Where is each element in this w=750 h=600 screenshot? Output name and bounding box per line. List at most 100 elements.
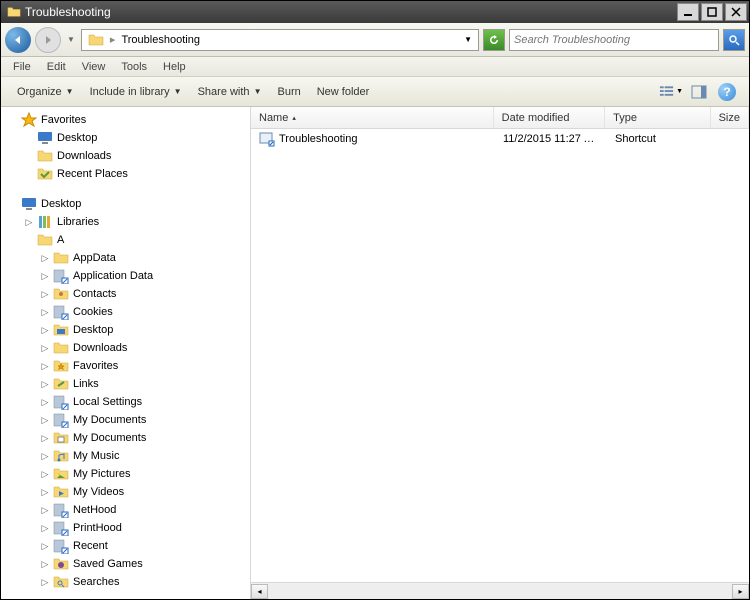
videos-icon <box>53 484 69 500</box>
recent-icon <box>37 166 53 182</box>
sidebar-item[interactable]: ▷NetHood <box>1 501 250 519</box>
sidebar-item[interactable]: ▷Downloads <box>1 339 250 357</box>
sidebar-item[interactable]: ▷My Documents <box>1 411 250 429</box>
sidebar-item[interactable]: ▷Links <box>1 375 250 393</box>
shortcut-icon <box>53 520 69 536</box>
menu-view[interactable]: View <box>74 59 114 75</box>
minimize-button[interactable] <box>677 3 699 21</box>
searches-icon <box>53 574 69 590</box>
column-header-date-modified[interactable]: Date modified <box>494 107 605 128</box>
share-with-button[interactable]: Share with▼ <box>190 82 270 102</box>
command-bar: Organize▼ Include in library▼ Share with… <box>1 77 749 107</box>
column-header-size[interactable]: Size <box>711 107 749 128</box>
sidebar-item[interactable]: ▷AppData <box>1 249 250 267</box>
contacts-icon <box>53 286 69 302</box>
shortcut-icon <box>53 268 69 284</box>
sidebar-item-desktop[interactable]: Desktop <box>1 129 250 147</box>
sidebar-item[interactable]: ▷Contacts <box>1 285 250 303</box>
new-folder-button[interactable]: New folder <box>309 82 378 102</box>
sidebar-item[interactable]: ▷My Documents <box>1 429 250 447</box>
desktop-icon <box>37 130 53 146</box>
star-icon <box>21 112 37 128</box>
sidebar-item[interactable]: ▷My Music <box>1 447 250 465</box>
scroll-right-button[interactable]: ▸ <box>732 584 749 599</box>
sidebar-item[interactable]: ▷Favorites <box>1 357 250 375</box>
file-date: 11/2/2015 11:27 AM <box>495 133 607 145</box>
file-type: Shortcut <box>607 133 713 145</box>
folder-icon <box>88 32 104 48</box>
horizontal-scrollbar[interactable]: ◂ ▸ <box>251 582 749 599</box>
menu-help[interactable]: Help <box>155 59 194 75</box>
shortcut-icon <box>259 131 275 147</box>
sidebar-item-user-folder[interactable]: A <box>1 231 250 249</box>
games-icon <box>53 556 69 572</box>
sidebar-item[interactable]: ▷Searches <box>1 573 250 591</box>
pictures-icon <box>53 466 69 482</box>
recent-pages-dropdown[interactable]: ▼ <box>65 35 77 44</box>
include-in-library-button[interactable]: Include in library▼ <box>82 82 190 102</box>
maximize-button[interactable] <box>701 3 723 21</box>
organize-button[interactable]: Organize▼ <box>9 82 82 102</box>
shortcut-icon <box>53 502 69 518</box>
shortcut-icon <box>53 304 69 320</box>
close-button[interactable] <box>725 3 747 21</box>
folder-icon <box>37 148 53 164</box>
links-icon <box>53 376 69 392</box>
menu-edit[interactable]: Edit <box>39 59 74 75</box>
chevron-down-icon[interactable]: ▼ <box>460 35 476 44</box>
refresh-button[interactable] <box>483 29 505 51</box>
pane-resizer[interactable] <box>247 107 251 599</box>
column-header-type[interactable]: Type <box>605 107 710 128</box>
sidebar-item[interactable]: ▷PrintHood <box>1 519 250 537</box>
window-title: Troubleshooting <box>25 5 675 19</box>
folder-icon <box>37 232 53 248</box>
sidebar-item-libraries[interactable]: ▷Libraries <box>1 213 250 231</box>
documents-icon <box>53 430 69 446</box>
preview-pane-button[interactable] <box>687 81 711 103</box>
sidebar-item[interactable]: ▷Recent <box>1 537 250 555</box>
file-list[interactable]: Troubleshooting 11/2/2015 11:27 AM Short… <box>251 129 749 582</box>
favorites-icon <box>53 358 69 374</box>
favorites-group[interactable]: Favorites <box>1 111 250 129</box>
shortcut-icon <box>53 412 69 428</box>
help-button[interactable]: ? <box>715 81 739 103</box>
music-icon <box>53 448 69 464</box>
title-bar: Troubleshooting <box>1 1 749 23</box>
desktop-folder-icon <box>53 322 69 338</box>
back-button[interactable] <box>5 27 31 53</box>
sidebar-item-downloads[interactable]: Downloads <box>1 147 250 165</box>
scroll-track[interactable] <box>268 584 732 599</box>
column-header-name[interactable]: Name ▴ <box>251 107 494 128</box>
sidebar-item[interactable]: ▷Desktop <box>1 321 250 339</box>
desktop-group[interactable]: Desktop <box>1 195 250 213</box>
address-bar[interactable]: ▸ Troubleshooting ▼ <box>81 29 479 51</box>
file-name: Troubleshooting <box>279 133 357 145</box>
sidebar-item[interactable]: ▷Cookies <box>1 303 250 321</box>
view-options-button[interactable]: ▼ <box>659 81 683 103</box>
list-item[interactable]: Troubleshooting 11/2/2015 11:27 AM Short… <box>251 129 749 149</box>
column-headers: Name ▴ Date modified Type Size <box>251 107 749 129</box>
burn-button[interactable]: Burn <box>269 82 308 102</box>
sort-indicator-icon: ▴ <box>292 114 296 122</box>
sidebar-item[interactable]: ▷My Pictures <box>1 465 250 483</box>
breadcrumb-item[interactable]: Troubleshooting <box>117 34 203 46</box>
navigation-pane[interactable]: Favorites Desktop Downloads Recent Place… <box>1 107 251 599</box>
menu-file[interactable]: File <box>5 59 39 75</box>
search-button[interactable] <box>723 29 745 51</box>
sidebar-item-recent-places[interactable]: Recent Places <box>1 165 250 183</box>
sidebar-item[interactable]: ▷Saved Games <box>1 555 250 573</box>
sidebar-item[interactable]: ▷My Videos <box>1 483 250 501</box>
folder-icon <box>7 5 21 19</box>
scroll-left-button[interactable]: ◂ <box>251 584 268 599</box>
search-box[interactable] <box>509 29 719 51</box>
navigation-bar: ▼ ▸ Troubleshooting ▼ <box>1 23 749 57</box>
sidebar-item[interactable]: ▷Application Data <box>1 267 250 285</box>
forward-button[interactable] <box>35 27 61 53</box>
chevron-right-icon[interactable]: ▸ <box>108 33 118 46</box>
desktop-icon <box>21 196 37 212</box>
menu-tools[interactable]: Tools <box>113 59 155 75</box>
search-input[interactable] <box>514 34 714 46</box>
folder-icon <box>53 340 69 356</box>
sidebar-item[interactable]: ▷Local Settings <box>1 393 250 411</box>
libraries-icon <box>37 214 53 230</box>
